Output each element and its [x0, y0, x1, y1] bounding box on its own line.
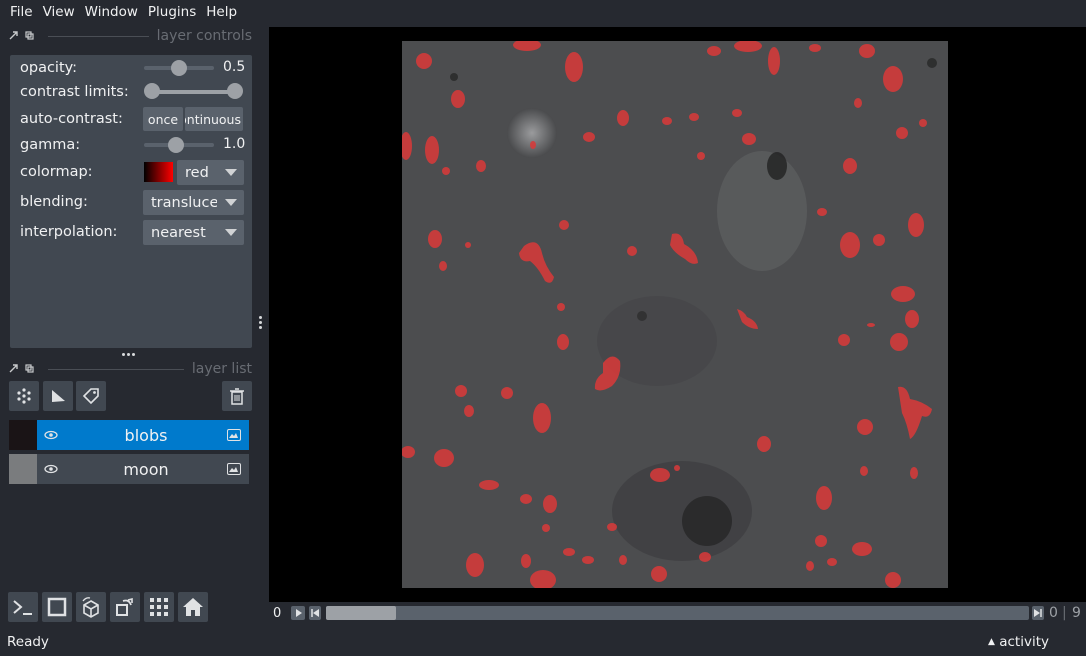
chevron-down-icon: [225, 229, 237, 236]
console-button[interactable]: [8, 592, 38, 622]
image-layer-icon: [227, 429, 241, 441]
layer-thumbnail: [9, 454, 37, 484]
close-dock-icon[interactable]: [8, 364, 18, 374]
new-points-layer-button[interactable]: [9, 381, 39, 411]
layer-name[interactable]: moon: [65, 460, 227, 479]
viewer-canvas[interactable]: [269, 27, 1086, 602]
caret-up-icon: ▲: [988, 637, 995, 647]
colormap-label: colormap:: [20, 164, 93, 180]
gamma-slider-handle[interactable]: [168, 137, 184, 153]
home-icon: [183, 598, 203, 616]
trash-icon: [230, 388, 244, 405]
close-dock-icon[interactable]: [8, 31, 18, 41]
titlebar-rule: [48, 35, 149, 37]
layer-row-blobs[interactable]: blobs: [9, 420, 249, 450]
layer-list-titlebar: layer list: [8, 360, 252, 378]
auto-contrast-label: auto-contrast:: [20, 111, 123, 127]
panel-splitter-handle[interactable]: [122, 353, 140, 357]
moon-image: [402, 41, 948, 588]
menu-file[interactable]: File: [5, 0, 38, 24]
gamma-label: gamma:: [20, 137, 81, 153]
new-shapes-layer-button[interactable]: [43, 381, 73, 411]
frame-slider[interactable]: [326, 606, 1029, 620]
status-text: Ready: [7, 634, 49, 650]
step-back-button[interactable]: [309, 606, 321, 620]
points-icon: [17, 388, 31, 404]
frame-slider-handle[interactable]: [326, 606, 396, 620]
dock-splitter-handle[interactable]: [259, 316, 263, 334]
contrast-limits-slider[interactable]: [152, 90, 236, 94]
gamma-value: 1.0: [223, 136, 245, 152]
eye-icon: [44, 464, 58, 474]
tag-icon: [82, 388, 99, 405]
chevron-down-icon: [225, 169, 237, 176]
menubar: File View Window Plugins Help: [0, 0, 1086, 24]
dims-slider-bar: 0 0 | 9: [269, 602, 1086, 626]
transpose-button[interactable]: [110, 592, 140, 622]
menu-plugins[interactable]: Plugins: [143, 0, 201, 24]
menu-help[interactable]: Help: [201, 0, 242, 24]
play-icon: [296, 609, 302, 617]
interpolation-value: nearest: [151, 224, 206, 241]
float-dock-icon[interactable]: [24, 364, 34, 374]
grid-icon: [150, 598, 168, 616]
cube-rotate-icon: [82, 597, 99, 618]
contrast-limits-label: contrast limits:: [20, 84, 129, 100]
play-button[interactable]: [291, 606, 305, 620]
interpolation-label: interpolation:: [20, 224, 118, 240]
layer-thumbnail: [9, 420, 37, 450]
visibility-toggle[interactable]: [37, 454, 65, 484]
activity-toggle[interactable]: ▲ activity: [988, 634, 1049, 650]
grid-view-button[interactable]: [144, 592, 174, 622]
new-labels-layer-button[interactable]: [76, 381, 106, 411]
layer-row-moon[interactable]: moon: [9, 454, 249, 484]
step-forward-button[interactable]: [1032, 606, 1044, 620]
layer-controls-panel: opacity: 0.5 contrast limits: auto-contr…: [10, 55, 252, 348]
image-layer-icon: [227, 463, 241, 475]
frame-number: 0: [273, 606, 282, 621]
float-dock-icon[interactable]: [24, 31, 34, 41]
moon-surface-with-blobs: [402, 41, 948, 588]
layer-controls-title: layer controls: [156, 28, 252, 44]
blending-value: translucent: [151, 194, 217, 211]
menu-view[interactable]: View: [38, 0, 80, 24]
auto-contrast-once-button[interactable]: once: [143, 107, 183, 131]
delete-layer-button[interactable]: [222, 381, 252, 411]
colormap-dropdown[interactable]: red: [177, 160, 244, 185]
opacity-value: 0.5: [223, 59, 245, 75]
contrast-max-handle[interactable]: [227, 83, 243, 99]
terminal-icon: [13, 600, 32, 615]
home-button[interactable]: [178, 592, 208, 622]
chevron-down-icon: [225, 199, 237, 206]
activity-label: activity: [999, 634, 1049, 650]
step-forward-icon: [1034, 609, 1042, 617]
layer-controls-titlebar: layer controls: [8, 27, 252, 45]
layer-list-title: layer list: [191, 361, 252, 377]
blending-dropdown[interactable]: translucent: [143, 190, 244, 215]
menu-window[interactable]: Window: [80, 0, 143, 24]
contrast-min-handle[interactable]: [144, 83, 160, 99]
current-index: 0: [1049, 605, 1058, 621]
max-index: 9: [1072, 605, 1081, 621]
interpolation-dropdown[interactable]: nearest: [143, 220, 244, 245]
opacity-label: opacity:: [20, 60, 78, 76]
blending-label: blending:: [20, 194, 88, 210]
shapes-icon: [52, 390, 65, 402]
index-separator: |: [1062, 605, 1067, 621]
transpose-icon: [116, 597, 133, 616]
eye-icon: [44, 430, 58, 440]
layer-name[interactable]: blobs: [65, 426, 227, 445]
visibility-toggle[interactable]: [37, 420, 65, 450]
roll-axes-button[interactable]: [76, 592, 106, 622]
square-icon: [47, 597, 67, 617]
auto-contrast-continuous-button[interactable]: continuous: [185, 107, 243, 131]
titlebar-rule: [48, 368, 184, 370]
opacity-slider-handle[interactable]: [171, 60, 187, 76]
colormap-preview: [144, 162, 173, 182]
colormap-value: red: [185, 164, 209, 181]
ndisplay-button[interactable]: [42, 592, 72, 622]
step-back-icon: [311, 609, 319, 617]
